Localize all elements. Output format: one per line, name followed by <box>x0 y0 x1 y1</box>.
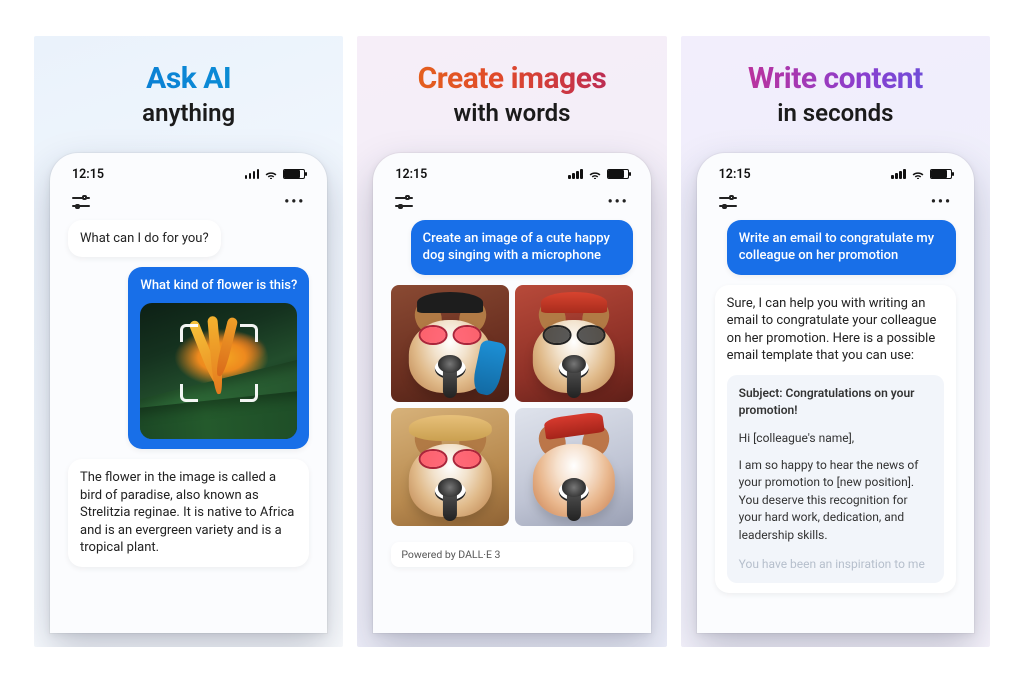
more-icon[interactable]: ••• <box>284 194 305 210</box>
email-subject: Subject: Congratulations on your promoti… <box>739 385 932 420</box>
status-indicators <box>891 169 952 179</box>
email-body: I am so happy to hear the news of your p… <box>739 457 932 544</box>
more-icon[interactable]: ••• <box>931 194 952 210</box>
status-time: 12:15 <box>395 167 427 182</box>
chat-toolbar: ••• <box>385 190 638 220</box>
status-bar: 12:15 <box>709 163 962 190</box>
status-bar: 12:15 <box>385 163 638 190</box>
battery-icon <box>930 169 952 179</box>
generated-image[interactable] <box>391 408 509 526</box>
headline-secondary: anything <box>50 99 327 127</box>
user-message: Write an email to congratulate my collea… <box>727 220 956 275</box>
app-store-screenshots: Ask AI anything 12:15 ••• What can I do … <box>0 0 1024 683</box>
chat-toolbar: ••• <box>709 190 962 220</box>
cellular-icon <box>245 169 260 179</box>
user-message: Create an image of a cute happy dog sing… <box>411 220 633 275</box>
headline-secondary: in seconds <box>697 99 974 127</box>
headline-secondary: with words <box>373 99 650 127</box>
focus-frame-icon <box>180 324 258 402</box>
wifi-icon <box>911 169 925 179</box>
generated-image[interactable] <box>391 285 509 403</box>
wifi-icon <box>588 169 602 179</box>
sliders-icon[interactable] <box>395 196 413 208</box>
more-icon[interactable]: ••• <box>608 194 629 210</box>
battery-icon <box>283 169 305 179</box>
panel-ask-ai: Ask AI anything 12:15 ••• What can I do … <box>34 36 343 647</box>
chat-toolbar: ••• <box>62 190 315 220</box>
generated-image[interactable] <box>515 285 633 403</box>
cellular-icon <box>568 169 583 179</box>
email-greeting: Hi [colleague's name], <box>739 430 932 447</box>
bot-answer: The flower in the image is called a bird… <box>68 459 309 567</box>
generated-image-grid <box>391 285 632 526</box>
user-message-text: What kind of flower is this? <box>140 277 297 295</box>
sliders-icon[interactable] <box>72 196 90 208</box>
powered-by-label: Powered by DALL·E 3 <box>391 542 632 567</box>
user-message: What kind of flower is this? <box>128 267 309 449</box>
sliders-icon[interactable] <box>719 196 737 208</box>
bot-intro-text: Sure, I can help you with writing an ema… <box>727 295 944 365</box>
phone-frame: 12:15 ••• Create an image of a cute happ… <box>373 153 650 633</box>
phone-frame: 12:15 ••• Write an email to congratulate… <box>697 153 974 633</box>
panel-write-content: Write content in seconds 12:15 ••• Write… <box>681 36 990 647</box>
status-time: 12:15 <box>72 167 104 182</box>
headline-primary: Create images <box>373 62 650 97</box>
chat-thread: Create an image of a cute happy dog sing… <box>385 220 638 567</box>
headline-primary: Ask AI <box>50 62 327 97</box>
email-template: Subject: Congratulations on your promoti… <box>727 375 944 584</box>
phone-frame: 12:15 ••• What can I do for you? What ki… <box>50 153 327 633</box>
bot-message: Sure, I can help you with writing an ema… <box>715 285 956 594</box>
status-time: 12:15 <box>719 167 751 182</box>
attached-image <box>140 303 297 439</box>
bot-message: What can I do for you? <box>68 220 221 258</box>
wifi-icon <box>264 169 278 179</box>
chat-thread: Write an email to congratulate my collea… <box>709 220 962 594</box>
status-indicators <box>245 169 306 179</box>
generated-image[interactable] <box>515 408 633 526</box>
battery-icon <box>607 169 629 179</box>
email-faded-line: You have been an inspiration to me <box>739 556 932 573</box>
headline-primary: Write content <box>697 62 974 97</box>
status-bar: 12:15 <box>62 163 315 190</box>
status-indicators <box>568 169 629 179</box>
cellular-icon <box>891 169 906 179</box>
panel-create-images: Create images with words 12:15 ••• Creat… <box>357 36 666 647</box>
chat-thread: What can I do for you? What kind of flow… <box>62 220 315 567</box>
